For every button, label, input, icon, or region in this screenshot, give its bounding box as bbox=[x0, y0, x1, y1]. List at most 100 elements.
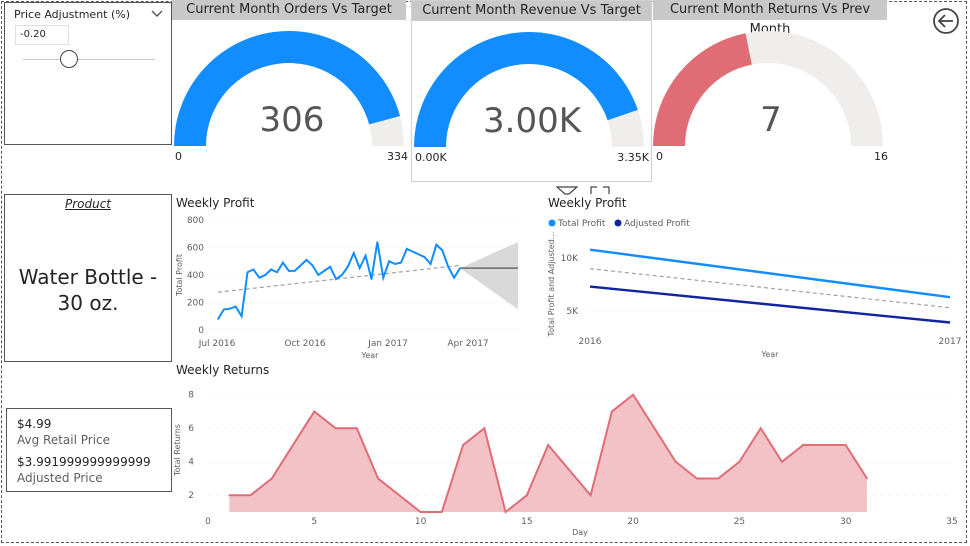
x-axis-label: Day bbox=[572, 528, 588, 537]
data-point bbox=[228, 494, 231, 497]
data-point bbox=[504, 511, 507, 513]
x-tick-label: 10 bbox=[415, 517, 427, 527]
gauge-value: 3.00K bbox=[483, 101, 581, 141]
forecast-band bbox=[460, 242, 518, 310]
chevron-down-icon[interactable] bbox=[151, 10, 163, 18]
adjusted-price-label: Adjusted Price bbox=[17, 471, 103, 485]
data-point bbox=[323, 270, 326, 272]
data-point bbox=[447, 265, 449, 268]
slicer-title: Price Adjustment (%) bbox=[14, 8, 131, 21]
data-point bbox=[844, 444, 847, 446]
data-point bbox=[377, 477, 379, 480]
x-tick-label: 2017 bbox=[939, 337, 962, 347]
data-point bbox=[388, 260, 390, 263]
y-tick-label: 5K bbox=[566, 307, 579, 317]
gauge-min-label: 0 bbox=[656, 150, 663, 163]
data-point bbox=[823, 444, 826, 446]
weekly-profit-forecast-chart[interactable]: 0 200 400 600 800 Jul 2016 Oct 2016 Jan 2017 Apr… bbox=[170, 192, 530, 362]
y-tick-label: 2 bbox=[188, 491, 194, 501]
gauge-min-label: 0.00K bbox=[415, 151, 447, 164]
data-point bbox=[462, 444, 464, 446]
area-fill bbox=[229, 394, 867, 512]
legend-label: Total Profit bbox=[557, 219, 606, 229]
gauge-max-label: 3.35K bbox=[617, 151, 649, 164]
data-point bbox=[276, 271, 278, 274]
x-tick-label: Oct 2016 bbox=[284, 339, 326, 349]
data-point bbox=[547, 444, 549, 446]
data-point bbox=[311, 264, 314, 267]
data-point bbox=[781, 460, 783, 463]
data-point bbox=[313, 410, 316, 413]
data-point bbox=[802, 444, 804, 446]
data-point bbox=[317, 274, 320, 276]
product-name-line2: 30 oz. bbox=[57, 291, 119, 315]
data-point bbox=[759, 427, 762, 430]
data-point bbox=[335, 278, 337, 280]
weekly-profit-comparison-chart[interactable]: Total Profit Adjusted Profit 5K 10K 2016 2017… bbox=[544, 192, 964, 362]
data-point bbox=[738, 460, 741, 463]
data-point bbox=[382, 276, 385, 279]
slider-track[interactable] bbox=[23, 59, 155, 60]
legend-marker bbox=[548, 219, 556, 227]
returns-gauge: Current Month Returns Vs Prev Month 7 0 … bbox=[651, 0, 891, 172]
back-arrow-icon bbox=[933, 8, 959, 34]
data-point bbox=[299, 264, 302, 267]
gauge-chart[interactable] bbox=[651, 0, 891, 172]
y-axis-label: Total Returns bbox=[173, 424, 182, 477]
adjusted-price-value: $3.991999999999999 bbox=[17, 455, 151, 469]
weekly-returns-chart[interactable]: 2 4 6 8 0 5 10 15 20 25 30 35 Day Total Returns bbox=[170, 376, 960, 546]
data-point bbox=[441, 249, 444, 252]
back-button[interactable] bbox=[932, 7, 960, 35]
slicer-value-input[interactable]: -0.20 bbox=[15, 25, 69, 45]
data-point bbox=[429, 263, 432, 265]
gauge-min-label: 0 bbox=[175, 150, 182, 163]
legend-marker bbox=[614, 219, 622, 227]
price-card: $4.99 Avg Retail Price $3.99199999999999… bbox=[6, 408, 172, 492]
data-point bbox=[453, 276, 455, 279]
x-tick-label: 35 bbox=[946, 517, 957, 527]
y-tick-label: 4 bbox=[188, 458, 194, 468]
data-point bbox=[653, 427, 656, 430]
data-point bbox=[483, 427, 486, 430]
orders-gauge: Current Month Orders Vs Target 306 0 334 bbox=[172, 0, 412, 172]
data-point bbox=[282, 261, 284, 264]
data-point bbox=[417, 253, 420, 256]
data-point bbox=[246, 271, 249, 274]
price-adjustment-slicer[interactable]: Price Adjustment (%) -0.20 bbox=[4, 2, 172, 145]
x-tick-label: 0 bbox=[205, 517, 211, 527]
product-card-header: Product bbox=[64, 197, 112, 211]
data-point bbox=[411, 250, 414, 253]
data-point bbox=[229, 307, 231, 310]
data-point bbox=[589, 494, 592, 497]
gauge-chart[interactable] bbox=[412, 1, 652, 173]
y-tick-label: 10K bbox=[561, 254, 579, 264]
y-tick-label: 600 bbox=[187, 244, 204, 254]
data-point bbox=[252, 268, 255, 271]
gauge-max-label: 16 bbox=[874, 150, 888, 163]
slider-handle[interactable] bbox=[60, 50, 79, 68]
data-point bbox=[717, 477, 719, 480]
data-point bbox=[240, 315, 243, 318]
avg-retail-price-label: Avg Retail Price bbox=[17, 433, 111, 447]
data-point bbox=[674, 460, 677, 463]
avg-retail-price-value: $4.99 bbox=[17, 417, 52, 431]
data-point bbox=[249, 494, 252, 497]
data-point bbox=[234, 305, 237, 308]
data-point bbox=[264, 274, 267, 276]
y-tick-label: 800 bbox=[187, 216, 204, 226]
data-point bbox=[419, 511, 422, 513]
x-tick-label: 20 bbox=[627, 517, 639, 527]
data-point bbox=[526, 494, 528, 497]
data-point bbox=[423, 256, 426, 258]
x-tick-label: 15 bbox=[521, 517, 532, 527]
data-point bbox=[370, 278, 373, 280]
gauge-chart[interactable] bbox=[172, 0, 412, 172]
data-point bbox=[305, 259, 308, 261]
data-point bbox=[352, 252, 355, 254]
data-point bbox=[217, 318, 219, 320]
x-tick-label: Jan 2017 bbox=[367, 339, 408, 349]
data-point bbox=[696, 477, 698, 480]
data-point bbox=[288, 270, 290, 272]
slicer-value: -0.20 bbox=[20, 29, 46, 40]
x-tick-label: 30 bbox=[840, 517, 852, 527]
